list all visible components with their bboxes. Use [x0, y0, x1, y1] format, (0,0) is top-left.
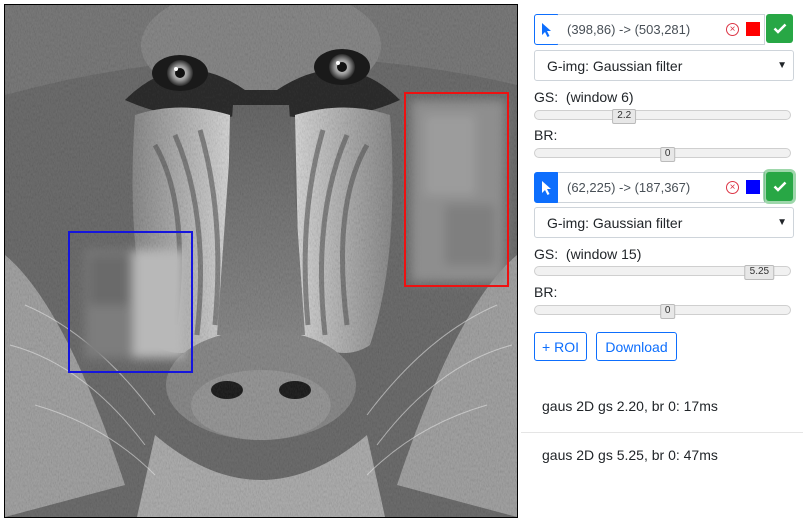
roi-color-swatch — [746, 22, 760, 36]
gs-slider-1[interactable]: 2.2 — [534, 109, 791, 124]
roi-coords: (398,86) -> (503,281) — [567, 22, 691, 37]
roi-coords: (62,225) -> (187,367) — [567, 180, 691, 195]
br-label-2: BR: — [534, 284, 558, 300]
confirm-roi-button[interactable] — [766, 172, 793, 201]
gs-slider-2[interactable]: 5.25 — [534, 265, 791, 280]
caret-down-icon: ▼ — [777, 217, 787, 228]
checkmark-icon — [773, 181, 786, 192]
gs-slider-thumb[interactable]: 2.2 — [612, 109, 637, 124]
filter-select-value: G-img: Gaussian filter — [547, 58, 683, 74]
confirm-roi-button[interactable] — [766, 14, 793, 43]
result-item-1: gaus 2D gs 2.20, br 0: 17ms — [521, 381, 803, 433]
result-item-2: gaus 2D gs 5.25, br 0: 47ms — [542, 447, 718, 463]
roi-row-2: (62,225) -> (187,367) × — [533, 172, 793, 203]
image-canvas[interactable] — [4, 4, 518, 518]
add-roi-button[interactable]: + ROI — [534, 332, 587, 361]
gs-label-2: GS: (window 15) — [534, 246, 642, 262]
roi-row-1: (398,86) -> (503,281) × — [533, 14, 793, 45]
filter-select-1[interactable]: G-img: Gaussian filter ▼ — [534, 50, 794, 81]
br-slider-thumb[interactable]: 0 — [659, 304, 676, 319]
select-tool-button[interactable] — [534, 14, 560, 45]
cursor-arrow-icon — [542, 180, 551, 195]
roi-box-red[interactable] — [404, 92, 509, 287]
filter-select-value: G-img: Gaussian filter — [547, 215, 683, 231]
cursor-arrow-icon — [542, 22, 551, 37]
roi-coords-field: (62,225) -> (187,367) × — [558, 172, 765, 203]
br-slider-2[interactable]: 0 — [534, 304, 791, 319]
roi-box-blue[interactable] — [68, 231, 193, 373]
filter-select-2[interactable]: G-img: Gaussian filter ▼ — [534, 207, 794, 238]
gs-label-1: GS: (window 6) — [534, 89, 634, 105]
gs-slider-thumb[interactable]: 5.25 — [744, 265, 775, 280]
circle-x-icon[interactable]: × — [726, 181, 739, 194]
caret-down-icon: ▼ — [777, 60, 787, 71]
control-panel: (398,86) -> (503,281) × G-img: Gaussian … — [521, 0, 803, 521]
br-label-1: BR: — [534, 127, 558, 143]
download-button[interactable]: Download — [596, 332, 677, 361]
roi-coords-field: (398,86) -> (503,281) × — [558, 14, 765, 45]
br-slider-1[interactable]: 0 — [534, 147, 791, 162]
select-tool-button[interactable] — [534, 172, 560, 203]
checkmark-icon — [773, 23, 786, 34]
roi-color-swatch — [746, 180, 760, 194]
circle-x-icon[interactable]: × — [726, 23, 739, 36]
br-slider-thumb[interactable]: 0 — [659, 147, 676, 162]
